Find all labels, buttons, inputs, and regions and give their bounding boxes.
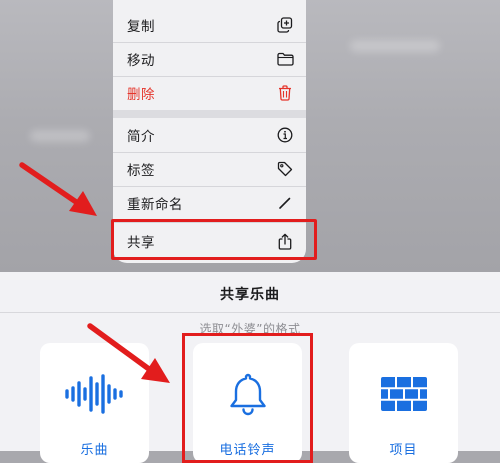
blurred-content (30, 130, 90, 142)
pencil-icon (276, 194, 294, 212)
menu-item-label: 简介 (127, 129, 155, 145)
menu-item-delete[interactable]: 删除 (113, 76, 306, 110)
menu-item-label: 复制 (127, 19, 155, 35)
tag-icon (276, 160, 294, 178)
waveform-icon (40, 369, 149, 419)
info-icon (276, 126, 294, 144)
duplicate-icon (276, 16, 294, 34)
folder-icon (276, 50, 294, 68)
menu-item-label: 删除 (127, 87, 155, 103)
sheet-title: 共享乐曲 (220, 287, 280, 303)
format-option-project[interactable]: 项目 (349, 343, 458, 463)
menu-item-label: 移动 (127, 53, 155, 69)
menu-item-rename[interactable]: 重新命名 (113, 186, 306, 220)
section-divider (113, 110, 306, 118)
trash-icon (276, 84, 294, 102)
divider (0, 312, 500, 313)
menu-item-tags[interactable]: 标签 (113, 152, 306, 186)
share-highlight-box (111, 219, 317, 260)
menu-item-label: 标签 (127, 163, 155, 179)
format-option-label: 乐曲 (80, 443, 109, 458)
format-option-song[interactable]: 乐曲 (40, 343, 149, 463)
menu-item-move[interactable]: 移动 (113, 42, 306, 76)
format-option-label: 项目 (389, 443, 418, 458)
menu-item-label: 重新命名 (127, 197, 183, 213)
bricks-icon (349, 369, 458, 419)
blurred-content (350, 40, 440, 52)
menu-item-info[interactable]: 简介 (113, 118, 306, 152)
ringtone-highlight-box (182, 333, 313, 463)
menu-item-duplicate[interactable]: 复制 (113, 8, 306, 42)
